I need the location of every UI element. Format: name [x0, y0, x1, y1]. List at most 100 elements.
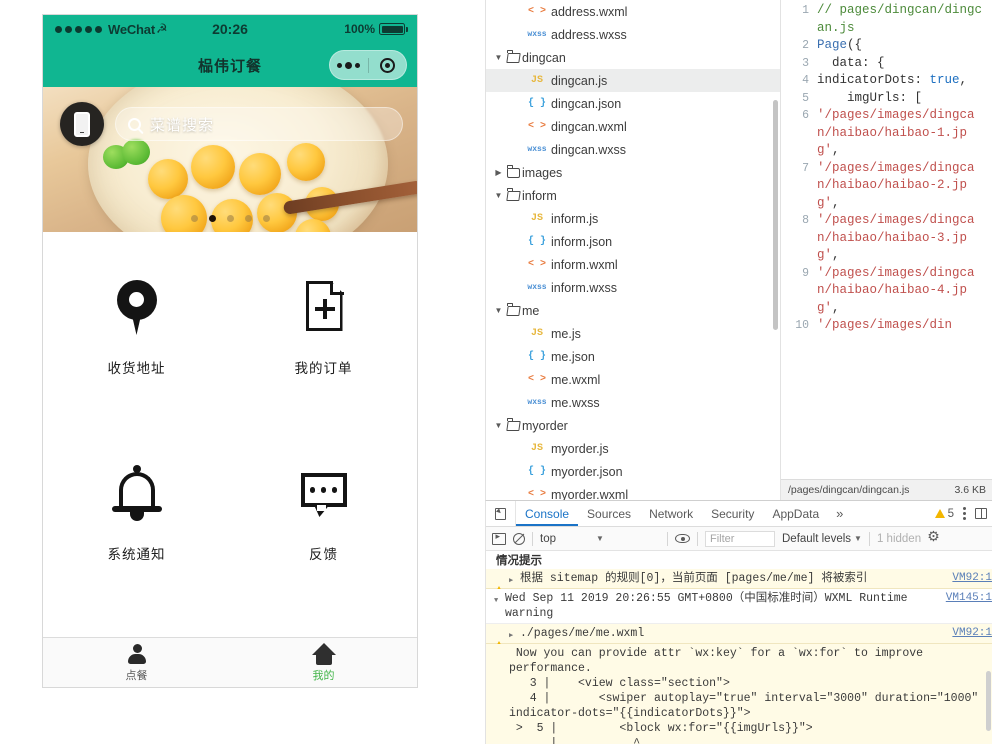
console-message[interactable]: ▶ 根据 sitemap 的规则[0]，当前页面 [pages/me/me] 将被…: [486, 569, 992, 595]
tree-file[interactable]: wxss inform.wxss: [486, 276, 780, 299]
chevron-down-icon[interactable]: ▼: [492, 53, 505, 62]
live-expression-icon[interactable]: [675, 534, 690, 543]
code-line[interactable]: 10 '/pages/images/din: [781, 317, 992, 335]
tree-file[interactable]: < > address.wxml: [486, 0, 780, 23]
code-text: '/pages/images/din: [817, 318, 953, 332]
tree-folder[interactable]: ▼ inform: [486, 184, 780, 207]
wechat-capsule-button[interactable]: [329, 50, 407, 80]
tree-item-label: dingcan.js: [551, 73, 608, 88]
code-line[interactable]: 8 '/pages/images/dingcan/haibao/haibao-3.…: [781, 212, 992, 265]
tree-file[interactable]: wxss dingcan.wxss: [486, 138, 780, 161]
inspect-element-button[interactable]: [486, 501, 516, 526]
console-message[interactable]: ▶ ./pages/me/me.wxml VM92:1: [486, 624, 992, 650]
tree-file[interactable]: < > dingcan.wxml: [486, 115, 780, 138]
console-output[interactable]: 情况提示 ▶ 根据 sitemap 的规则[0]，当前页面 [pages/me/m…: [486, 551, 992, 744]
chevron-right-icon[interactable]: ▶: [509, 574, 520, 589]
code-line[interactable]: 5 imgUrls: [: [781, 90, 992, 108]
tree-item-label: inform.json: [551, 234, 613, 249]
tree-file[interactable]: JS inform.js: [486, 207, 780, 230]
log-level-select[interactable]: Default levels ▼: [782, 533, 862, 545]
tree-file[interactable]: { } myorder.json: [486, 460, 780, 483]
execute-icon[interactable]: [492, 531, 506, 545]
code-line[interactable]: 6 '/pages/images/dingcan/haibao/haibao-1.…: [781, 107, 992, 160]
more-tabs-button[interactable]: »: [828, 501, 851, 526]
tab-order[interactable]: 点餐: [43, 638, 230, 687]
code-line[interactable]: 7 '/pages/images/dingcan/haibao/haibao-2.…: [781, 160, 992, 213]
code-line[interactable]: 3 data: {: [781, 55, 992, 73]
file-explorer[interactable]: < > address.wxml wxss address.wxss ▼ dingcan J…: [485, 0, 780, 500]
carousel-indicator-dots[interactable]: [43, 215, 417, 222]
tab-mine[interactable]: 我的: [230, 638, 417, 687]
tree-item-label: me.wxss: [551, 395, 600, 410]
page-title: 榀伟订餐: [197, 57, 262, 75]
code-line[interactable]: 4 indicatorDots: true,: [781, 72, 992, 90]
console-source-link[interactable]: VM92:1: [948, 626, 992, 641]
line-number: 2: [802, 39, 809, 52]
grid-item-notifications[interactable]: 系统通知: [43, 420, 230, 606]
console-source-link[interactable]: VM92:1: [948, 571, 992, 586]
phone-device-icon[interactable]: [60, 102, 104, 146]
promo-banner-carousel[interactable]: 菜谱搜索: [43, 87, 417, 232]
execution-context-select[interactable]: top ▼: [540, 533, 660, 545]
tree-file[interactable]: < > myorder.wxml: [486, 483, 780, 501]
chevron-down-icon[interactable]: ▼: [492, 306, 505, 315]
warning-count-badge[interactable]: 5: [934, 508, 954, 520]
tree-file[interactable]: { } dingcan.json: [486, 92, 780, 115]
grid-item-address[interactable]: 收货地址: [43, 234, 230, 420]
tree-file[interactable]: wxss me.wxss: [486, 391, 780, 414]
code-line[interactable]: 1 // pages/dingcan/dingcan.js: [781, 2, 992, 37]
chevron-down-icon[interactable]: ▼: [492, 191, 505, 200]
tree-file[interactable]: JS myorder.js: [486, 437, 780, 460]
grid-item-feedback[interactable]: 反馈: [230, 420, 417, 606]
tree-folder[interactable]: ▼ myorder: [486, 414, 780, 437]
tree-folder[interactable]: ▼ dingcan: [486, 46, 780, 69]
user-icon: [126, 643, 148, 665]
tree-folder[interactable]: ▼ me: [486, 299, 780, 322]
tree-file[interactable]: { } me.json: [486, 345, 780, 368]
tab-sources[interactable]: Sources: [578, 501, 640, 526]
tab-network[interactable]: Network: [640, 501, 702, 526]
line-number: 5: [802, 91, 809, 105]
search-input[interactable]: 菜谱搜索: [115, 107, 403, 141]
editor-file-path: /pages/dingcan/dingcan.js: [788, 484, 910, 496]
chevron-right-icon[interactable]: ▶: [509, 629, 520, 644]
document-plus-icon: [293, 277, 355, 339]
tab-appdata[interactable]: AppData: [763, 501, 828, 526]
file-tree-scrollbar[interactable]: [773, 100, 778, 330]
tree-folder[interactable]: ▶ images: [486, 161, 780, 184]
more-dots-icon[interactable]: [330, 61, 368, 69]
tab-console[interactable]: Console: [516, 501, 578, 526]
console-source-link[interactable]: VM145:1: [942, 591, 992, 606]
code-line[interactable]: 9 '/pages/images/dingcan/haibao/haibao-4.…: [781, 265, 992, 318]
tree-file[interactable]: < > me.wxml: [486, 368, 780, 391]
line-number: 6: [802, 109, 809, 122]
tree-item-label: dingcan.json: [551, 96, 622, 111]
grid-item-orders[interactable]: 我的订单: [230, 234, 417, 420]
grid-item-label: 我的订单: [294, 361, 353, 376]
phone-status-bar: WeChat ☭ 20:26 100%: [43, 15, 417, 43]
code-text: '/pages/images/dingcan/haibao/haibao-1.j…: [817, 108, 975, 157]
tree-file[interactable]: JS dingcan.js: [486, 69, 780, 92]
tab-security[interactable]: Security: [702, 501, 763, 526]
tree-file[interactable]: wxss address.wxss: [486, 23, 780, 46]
chevron-right-icon[interactable]: ▶: [492, 168, 505, 177]
clear-console-icon[interactable]: [513, 532, 525, 545]
console-scrollbar[interactable]: [986, 671, 991, 731]
devtools-menu-button[interactable]: [959, 507, 970, 520]
console-message[interactable]: Now you can provide attr `wx:key` for a …: [486, 644, 992, 744]
console-message[interactable]: ▼ Wed Sep 11 2019 20:26:55 GMT+0800（中国标准时…: [486, 589, 992, 624]
console-filter-input[interactable]: Filter: [705, 530, 775, 547]
chevron-down-icon[interactable]: ▼: [492, 421, 505, 430]
code-line[interactable]: 2 Page({: [781, 37, 992, 55]
close-circle-icon[interactable]: [369, 57, 407, 73]
battery-percent: 100%: [344, 22, 375, 36]
dock-position-icon[interactable]: [975, 508, 987, 519]
tree-file[interactable]: { } inform.json: [486, 230, 780, 253]
code-editor[interactable]: 1 // pages/dingcan/dingcan.js 2 Page({3 dat…: [780, 0, 992, 500]
tree-file[interactable]: < > inform.wxml: [486, 253, 780, 276]
gear-icon[interactable]: [927, 528, 941, 545]
code-text: indicatorDots: true,: [817, 73, 968, 87]
tree-file[interactable]: JS me.js: [486, 322, 780, 345]
js-file-icon: JS: [530, 443, 543, 454]
chevron-down-icon[interactable]: ▼: [494, 594, 505, 609]
